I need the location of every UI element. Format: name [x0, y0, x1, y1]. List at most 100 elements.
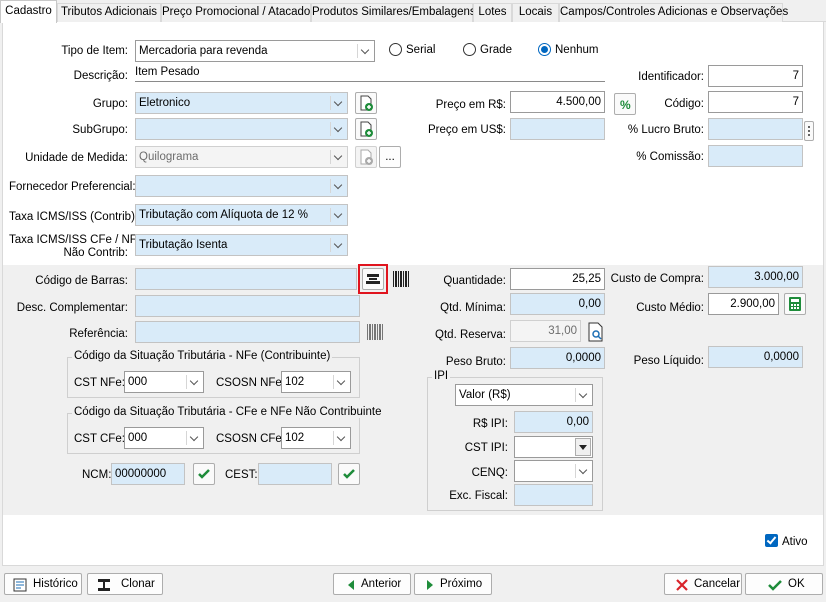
tab-lotes[interactable]: Lotes [473, 3, 512, 22]
custo-medio-label: Custo Médio: [636, 302, 704, 314]
qtd-reserva-label: Qtd. Reserva: [435, 329, 506, 341]
tab-preco-promocional[interactable]: Preço Promocional / Atacado [161, 3, 311, 22]
cest-validate-button[interactable] [338, 463, 360, 485]
subgrupo-select[interactable] [135, 118, 348, 140]
preco-rs-label: Preço em R$: [435, 99, 506, 111]
csosn-cfe-select[interactable]: 102 [281, 427, 351, 449]
lucro-options-button[interactable] [804, 121, 814, 141]
add-subgrupo-button[interactable] [355, 118, 377, 140]
scale-icon [366, 274, 380, 284]
cest-input[interactable] [258, 463, 332, 485]
cst-nfe-value: 000 [128, 376, 148, 388]
chevron-down-icon [333, 375, 347, 389]
serial-radio[interactable] [389, 43, 402, 56]
tab-campos-controles[interactable]: Campos/Controles Adicionas e Observações [559, 3, 788, 22]
grade-radio[interactable] [463, 43, 476, 56]
desc-complementar-label: Desc. Complementar: [16, 302, 128, 314]
csosn-nfe-select[interactable]: 102 [281, 371, 351, 393]
chevron-down-icon [186, 375, 200, 389]
icms-nc-select[interactable]: Tributação Isenta [135, 234, 348, 256]
grupo-label: Grupo: [92, 98, 128, 110]
cst-cfe-select[interactable]: 000 [124, 427, 204, 449]
nenhum-radio[interactable] [538, 43, 551, 56]
grade-radio-label: Grade [480, 44, 512, 56]
peso-liquido-input[interactable]: 0,0000 [708, 346, 803, 368]
calculator-icon [789, 297, 801, 311]
add-unidade-button[interactable] [355, 146, 377, 168]
tab-cadastro[interactable]: Cadastro [0, 0, 57, 23]
icms-contrib-select[interactable]: Tributação com Alíquota de 12 % [135, 204, 348, 226]
codigo-input[interactable]: 7 [708, 91, 803, 113]
add-grupo-button[interactable] [355, 92, 377, 114]
unidade-select[interactable]: Quilograma [135, 146, 348, 168]
cst-nfe-label: CST NFe: [74, 377, 125, 389]
historico-button-label: Histórico [33, 578, 78, 590]
codigo-barras-input[interactable] [135, 268, 357, 290]
grupo-value: Eletronico [139, 97, 191, 109]
ok-button[interactable]: OK [745, 573, 823, 595]
peso-bruto-label: Peso Bruto: [445, 356, 506, 368]
referencia-input[interactable] [135, 321, 360, 343]
rs-ipi-input[interactable]: 0,00 [514, 411, 593, 433]
grupo-select[interactable]: Eletronico [135, 92, 348, 114]
anterior-button-label: Anterior [361, 578, 402, 590]
chevron-down-icon [330, 238, 344, 252]
tab-produtos-similares[interactable]: Produtos Similares/Embalagens [311, 3, 476, 22]
peso-bruto-input[interactable]: 0,0000 [510, 347, 605, 369]
qtd-reserva-input[interactable]: 31,00 [510, 320, 581, 342]
ipi-tipo-select[interactable]: Valor (R$) [455, 384, 593, 406]
chevron-down-icon [186, 431, 200, 445]
descricao-input[interactable]: Item Pesado [135, 64, 605, 82]
chevron-down-icon [330, 179, 344, 193]
scale-barcode-button[interactable] [362, 268, 384, 290]
calculator-button[interactable] [784, 293, 806, 315]
clone-icon [98, 579, 110, 591]
ncm-validate-button[interactable] [193, 463, 215, 485]
tab-tributos-adicionais[interactable]: Tributos Adicionais [57, 3, 161, 22]
cst-nfe-select[interactable]: 000 [124, 371, 204, 393]
reserva-document-button[interactable] [586, 322, 606, 342]
svg-text:%: % [620, 98, 631, 112]
historico-button[interactable]: Histórico [4, 573, 82, 595]
preco-us-input[interactable] [510, 118, 605, 140]
desc-complementar-input[interactable] [135, 295, 360, 317]
more-vertical-icon [808, 126, 810, 136]
tipo-item-label: Tipo de Item: [61, 45, 128, 57]
quantidade-input[interactable]: 25,25 [510, 268, 605, 290]
generate-barcode-button[interactable] [392, 270, 410, 288]
codigo-barras-label: Código de Barras: [35, 275, 128, 287]
comissao-input[interactable] [708, 145, 803, 167]
fornecedor-select[interactable] [135, 175, 348, 197]
unidade-more-button[interactable]: ... [379, 146, 401, 168]
proximo-button[interactable]: Próximo [414, 573, 492, 595]
custo-compra-input[interactable]: 3.000,00 [708, 266, 803, 288]
barcode-icon [393, 271, 409, 287]
preco-us-label: Preço em US$: [428, 124, 506, 136]
csosn-nfe-label: CSOSN NFe: [216, 377, 286, 389]
chevron-down-icon [330, 150, 344, 164]
cancelar-button[interactable]: Cancelar [664, 573, 742, 595]
identificador-input[interactable]: 7 [708, 65, 803, 87]
percent-button[interactable]: % [614, 93, 636, 115]
rs-ipi-label: R$ IPI: [472, 418, 508, 430]
ativo-checkbox[interactable] [765, 534, 778, 547]
cenq-select[interactable] [514, 460, 593, 482]
custo-medio-input[interactable]: 2.900,00 [708, 293, 779, 315]
icms-contrib-label: Taxa ICMS/ISS (Contrib): [9, 211, 139, 223]
exc-fiscal-input[interactable] [514, 484, 593, 506]
qtd-minima-input[interactable]: 0,00 [510, 293, 605, 315]
tab-locais[interactable]: Locais [512, 3, 559, 22]
referencia-barcode-button[interactable] [366, 323, 384, 341]
clonar-button[interactable]: Clonar [87, 573, 163, 595]
ncm-input[interactable]: 00000000 [111, 463, 185, 485]
tipo-item-select[interactable]: Mercadoria para revenda [135, 40, 375, 62]
anterior-button[interactable]: Anterior [333, 573, 411, 595]
tab-bar: Cadastro Tributos Adicionais Preço Promo… [0, 0, 826, 23]
history-icon [13, 578, 27, 592]
cst-ipi-select[interactable] [514, 436, 593, 458]
preco-rs-input[interactable]: 4.500,00 [510, 91, 605, 113]
chevron-down-icon [330, 122, 344, 136]
custo-compra-label: Custo de Compra: [610, 273, 704, 285]
lucro-bruto-input[interactable] [708, 118, 803, 140]
qtd-minima-label: Qtd. Mínima: [440, 302, 506, 314]
